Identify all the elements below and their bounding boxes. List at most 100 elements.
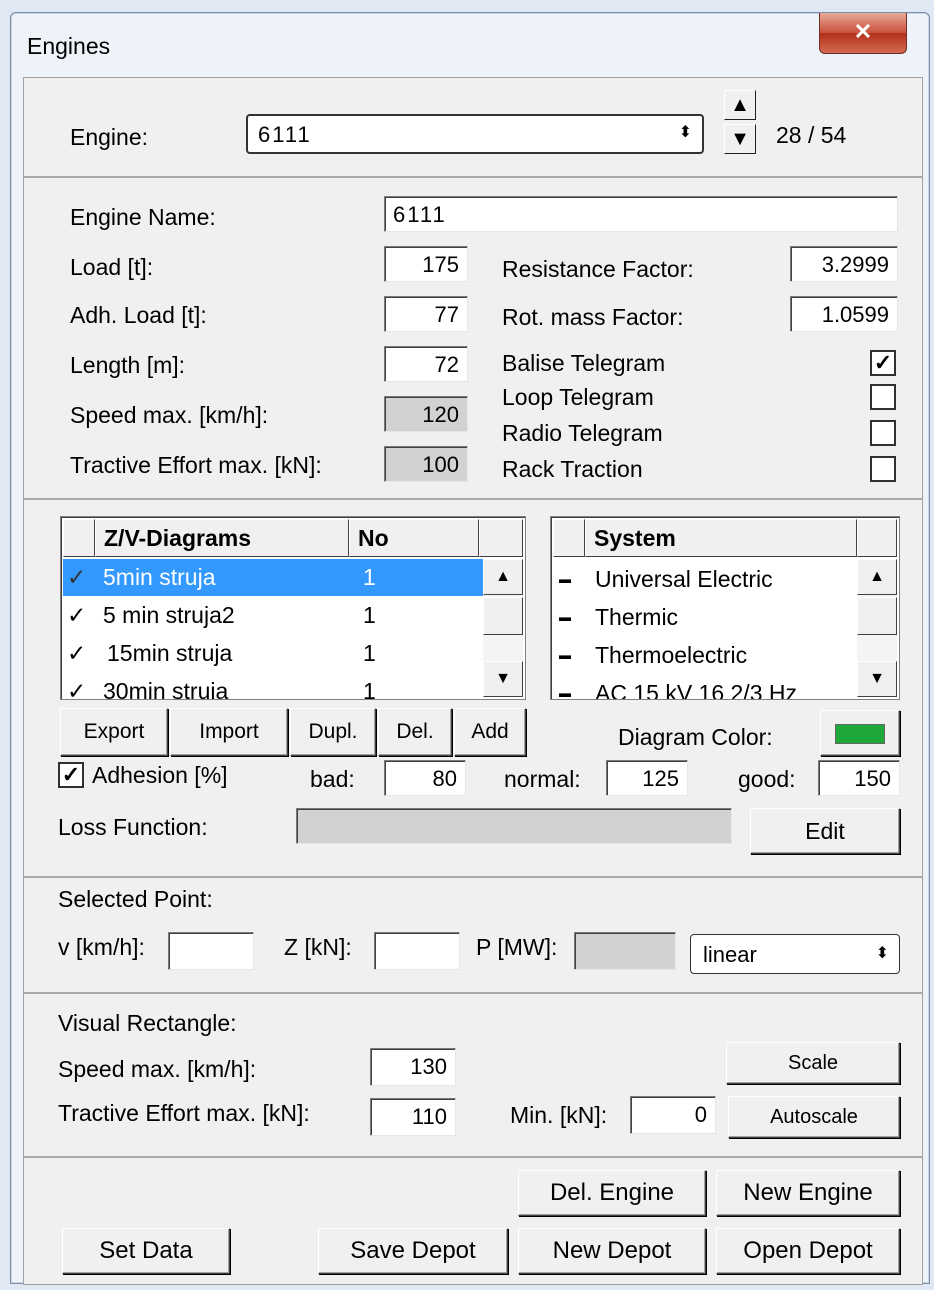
resistance-factor-label: Resistance Factor: (502, 256, 694, 282)
new-depot-button[interactable]: New Depot (518, 1228, 706, 1274)
balise-telegram-checkbox[interactable]: ✓ (870, 350, 896, 376)
adhesion-good-label: good: (738, 766, 796, 792)
diagram-row-no: 1 (363, 602, 376, 628)
delete-engine-button[interactable]: Del. Engine (518, 1170, 706, 1216)
diagram-row-no: 1 (363, 640, 376, 666)
adhesion-checkbox[interactable]: ✓ (58, 762, 84, 788)
engine-select[interactable]: 6111 ⬍ (246, 114, 704, 154)
diagrams-header-extra (479, 519, 523, 557)
triangle-down-icon: ▼ (495, 670, 511, 687)
diagrams-header-name[interactable]: Z/V-Diagrams (95, 519, 349, 557)
radio-telegram-checkbox[interactable] (870, 420, 896, 446)
add-diagram-button[interactable]: Add (454, 708, 526, 756)
delete-diagram-button[interactable]: Del. (378, 708, 452, 756)
rack-traction-label: Rack Traction (502, 456, 643, 482)
rot-mass-factor-label: Rot. mass Factor: (502, 304, 684, 330)
engine-name-label: Engine Name: (70, 204, 216, 230)
system-row-name: Thermic (595, 604, 679, 630)
triangle-up-icon: ▲ (869, 568, 885, 585)
adhesion-normal-field[interactable]: 125 (606, 760, 688, 796)
diagram-row[interactable]: ✓ 5 min struja2 1 (63, 597, 483, 634)
import-button[interactable]: Import (170, 708, 288, 756)
adhesion-bad-field[interactable]: 80 (384, 760, 466, 796)
diagrams-list[interactable]: Z/V-Diagrams No ✓ 5min struja 1 ✓ 5 min … (60, 516, 526, 700)
interpolation-select[interactable]: linear ⬍ (690, 934, 900, 974)
updown-icon: ⬍ (678, 124, 692, 141)
system-scrollbar[interactable]: ▲ ▼ (857, 559, 897, 697)
adhesion-good-field[interactable]: 150 (818, 760, 900, 796)
visual-tractive-field[interactable]: 110 (370, 1098, 456, 1136)
rot-mass-factor-field[interactable]: 1.0599 (790, 296, 898, 332)
edit-loss-button[interactable]: Edit (750, 808, 900, 854)
new-engine-button[interactable]: New Engine (716, 1170, 900, 1216)
system-row-name: Thermoelectric (595, 642, 748, 668)
system-list[interactable]: System ▬ Universal Electric ▬ Thermic ▬ … (550, 516, 900, 700)
diagram-color-button[interactable] (820, 710, 900, 756)
system-header-name[interactable]: System (585, 519, 857, 557)
scale-button[interactable]: Scale (726, 1042, 900, 1084)
diagram-row-name: 15min struja (107, 640, 233, 666)
rack-traction-checkbox[interactable] (870, 456, 896, 482)
diagram-row[interactable]: ✓ 15min struja 1 (63, 635, 483, 672)
system-row[interactable]: ▬ AC 15 kV 16 2/3 Hz (553, 675, 857, 700)
engine-select-value: 6111 (258, 122, 312, 147)
dash-icon: ▬ (559, 686, 571, 700)
load-field[interactable]: 175 (384, 246, 468, 282)
system-row[interactable]: ▬ Thermic (553, 599, 857, 636)
save-depot-button[interactable]: Save Depot (318, 1228, 508, 1274)
check-icon: ✓ (67, 678, 87, 700)
check-icon: ✓ (67, 640, 87, 666)
selected-point-title: Selected Point: (58, 886, 213, 912)
tractive-effort-field: 100 (384, 446, 468, 482)
visual-speed-field[interactable]: 130 (370, 1048, 456, 1086)
system-row[interactable]: ▬ Thermoelectric (553, 637, 857, 674)
duplicate-button[interactable]: Dupl. (290, 708, 376, 756)
diagrams-scrollbar[interactable]: ▲ ▼ (483, 559, 523, 697)
dash-icon: ▬ (559, 610, 571, 624)
window-title: Engines (27, 33, 111, 59)
diagram-row[interactable]: ✓ 30min struja 1 (63, 673, 483, 700)
radio-telegram-label: Radio Telegram (502, 420, 663, 446)
diagram-row-name: 5min struja (103, 564, 216, 590)
system-header-blank (553, 519, 585, 557)
z-field[interactable] (374, 932, 460, 970)
length-field[interactable]: 72 (384, 346, 468, 382)
diagrams-header-no[interactable]: No (349, 519, 479, 557)
diagram-row-name: 5 min struja2 (103, 602, 235, 628)
diagram-row[interactable]: ✓ 5min struja 1 (63, 559, 483, 596)
scroll-down-button[interactable]: ▼ (857, 661, 897, 697)
system-row[interactable]: ▬ Universal Electric (553, 561, 857, 598)
loss-function-label: Loss Function: (58, 814, 208, 840)
previous-engine-button[interactable]: ▲ (724, 90, 756, 120)
scroll-up-button[interactable]: ▲ (857, 559, 897, 595)
triangle-down-icon: ▼ (730, 128, 750, 150)
v-field[interactable] (168, 932, 254, 970)
diagram-row-no: 1 (363, 564, 376, 590)
adhesion-normal-label: normal: (504, 766, 581, 792)
z-label: Z [kN]: (284, 934, 352, 960)
set-data-button[interactable]: Set Data (62, 1228, 230, 1274)
close-icon[interactable]: ✕ (819, 13, 907, 54)
scroll-up-button[interactable]: ▲ (483, 559, 523, 595)
p-field (574, 932, 676, 970)
resistance-factor-field[interactable]: 3.2999 (790, 246, 898, 282)
min-field[interactable]: 0 (630, 1096, 716, 1134)
export-button[interactable]: Export (60, 708, 168, 756)
visual-speed-label: Speed max. [km/h]: (58, 1056, 257, 1082)
divider (24, 176, 922, 178)
adh-load-field[interactable]: 77 (384, 296, 468, 332)
triangle-down-icon: ▼ (869, 670, 885, 687)
scroll-thumb[interactable] (483, 597, 523, 635)
scroll-down-button[interactable]: ▼ (483, 661, 523, 697)
loop-telegram-checkbox[interactable] (870, 384, 896, 410)
next-engine-button[interactable]: ▼ (724, 124, 756, 154)
divider (24, 876, 922, 878)
scroll-thumb[interactable] (857, 597, 897, 635)
engine-counter: 28 / 54 (776, 122, 847, 148)
open-depot-button[interactable]: Open Depot (716, 1228, 900, 1274)
engine-name-field[interactable]: 6111 (384, 196, 898, 232)
autoscale-button[interactable]: Autoscale (728, 1096, 900, 1138)
divider (24, 1156, 922, 1158)
divider (24, 498, 922, 500)
dash-icon: ▬ (559, 572, 571, 586)
